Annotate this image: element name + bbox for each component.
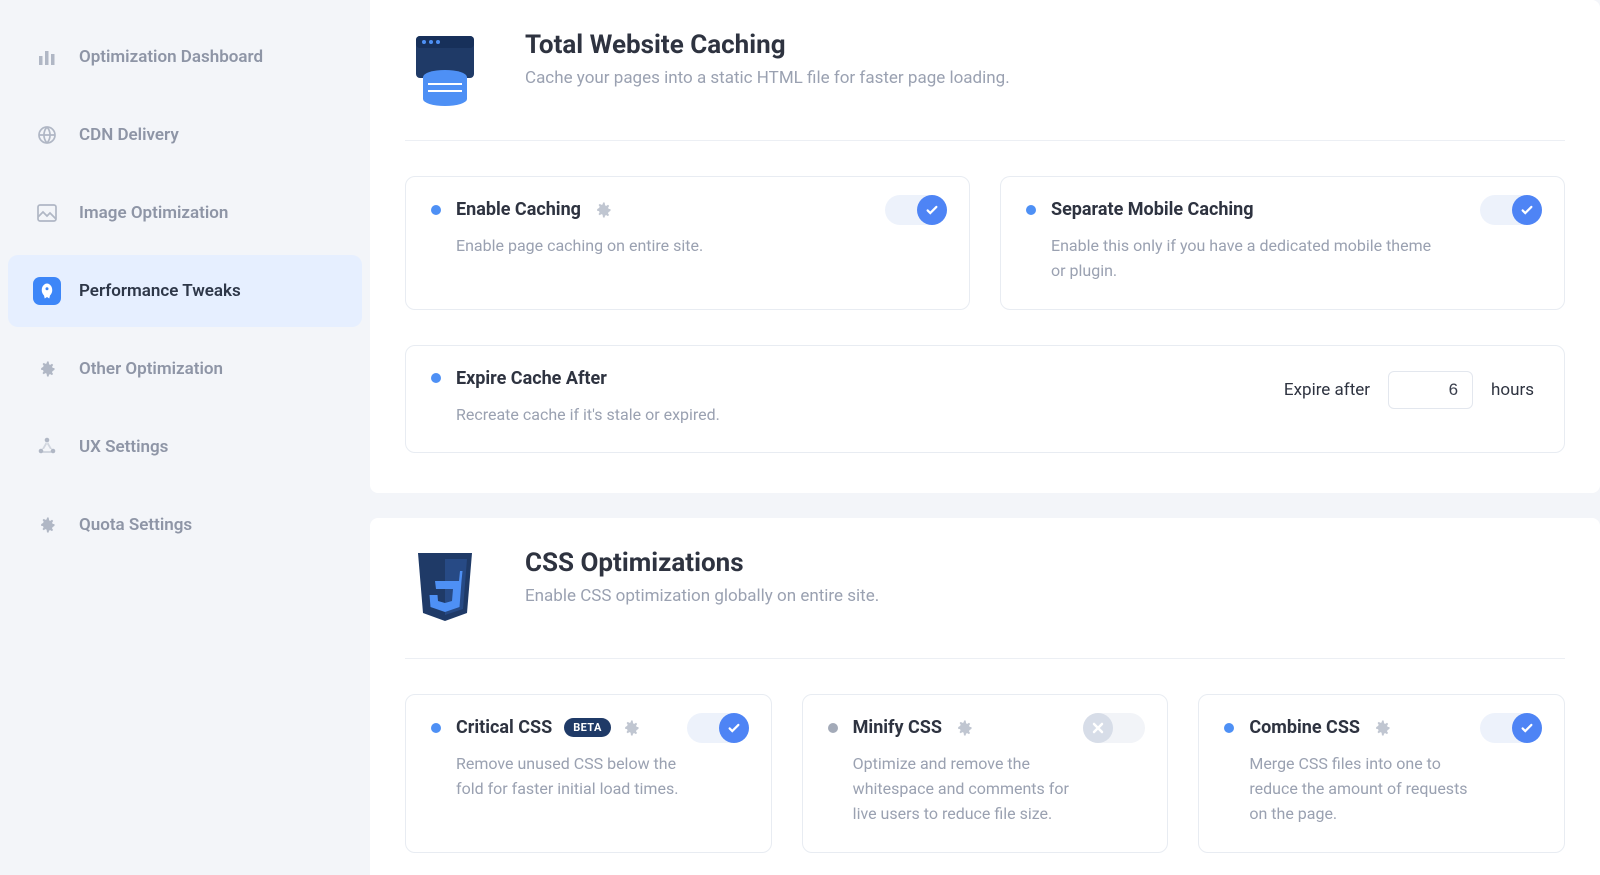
card-combine-css: Combine CSS Merge CSS files into one to … (1198, 694, 1565, 852)
check-icon (917, 195, 947, 225)
sidebar-item-other-optimization[interactable]: Other Optimization (8, 333, 362, 405)
panel-total-website-caching: Total Website Caching Cache your pages i… (370, 0, 1600, 493)
gear-icon (33, 511, 61, 539)
card-title: Expire Cache After (456, 368, 607, 389)
status-dot-icon (431, 723, 441, 733)
gear-icon[interactable] (593, 200, 613, 220)
toggle-combine-css[interactable] (1480, 713, 1542, 743)
main-content: Total Website Caching Cache your pages i… (370, 0, 1600, 875)
panel-header: Total Website Caching Cache your pages i… (405, 30, 1565, 141)
panel-css-optimizations: CSS Optimizations Enable CSS optimizatio… (370, 518, 1600, 875)
sidebar-item-image-optimization[interactable]: Image Optimization (8, 177, 362, 249)
image-icon (33, 199, 61, 227)
card-critical-css: Critical CSS BETA Remove unused CSS belo… (405, 694, 772, 852)
network-icon (33, 433, 61, 461)
gear-icon[interactable] (1372, 718, 1392, 738)
card-title: Minify CSS (853, 717, 942, 738)
sidebar-item-label: Other Optimization (79, 359, 223, 379)
card-desc: Enable this only if you have a dedicated… (1026, 234, 1446, 284)
check-icon (1512, 713, 1542, 743)
x-icon (1083, 713, 1113, 743)
expire-hours-input[interactable] (1388, 371, 1473, 409)
sidebar-item-label: UX Settings (79, 437, 168, 457)
card-title: Separate Mobile Caching (1051, 199, 1254, 220)
status-dot-icon (1026, 205, 1036, 215)
gear-icon[interactable] (621, 718, 641, 738)
check-icon (1512, 195, 1542, 225)
status-dot-icon (1224, 723, 1234, 733)
card-desc: Recreate cache if it's stale or expired. (431, 403, 851, 428)
card-minify-css: Minify CSS Optimize and remove the white… (802, 694, 1169, 852)
card-separate-mobile-caching: Separate Mobile Caching Enable this only… (1000, 176, 1565, 310)
status-dot-icon (431, 205, 441, 215)
globe-icon (33, 121, 61, 149)
toggle-enable-caching[interactable] (885, 195, 947, 225)
sidebar-item-label: Quota Settings (79, 515, 192, 535)
sidebar-item-ux-settings[interactable]: UX Settings (8, 411, 362, 483)
sidebar-item-quota-settings[interactable]: Quota Settings (8, 489, 362, 561)
panel-subtitle: Enable CSS optimization globally on enti… (525, 586, 879, 606)
status-dot-icon (828, 723, 838, 733)
gear-icon[interactable] (954, 718, 974, 738)
card-expire-cache: Expire Cache After Recreate cache if it'… (405, 345, 1565, 454)
expire-unit: hours (1491, 380, 1534, 400)
sidebar-item-performance-tweaks[interactable]: Performance Tweaks (8, 255, 362, 327)
toggle-minify-css[interactable] (1083, 713, 1145, 743)
sidebar-item-optimization-dashboard[interactable]: Optimization Dashboard (8, 21, 362, 93)
status-dot-icon (431, 373, 441, 383)
beta-badge: BETA (564, 718, 611, 737)
panel-subtitle: Cache your pages into a static HTML file… (525, 68, 1010, 88)
check-icon (719, 713, 749, 743)
card-desc: Remove unused CSS below the fold for fas… (431, 752, 691, 802)
sidebar-item-label: Optimization Dashboard (79, 47, 263, 67)
bar-chart-icon (33, 43, 61, 71)
rocket-icon (33, 277, 61, 305)
card-title: Combine CSS (1249, 717, 1360, 738)
database-window-icon (405, 30, 485, 110)
card-title: Critical CSS (456, 717, 552, 738)
panel-title: Total Website Caching (525, 30, 1010, 60)
expire-label: Expire after (1284, 380, 1370, 400)
sidebar: Optimization Dashboard CDN Delivery Imag… (0, 0, 370, 875)
sidebar-item-label: Image Optimization (79, 203, 228, 223)
card-title: Enable Caching (456, 199, 581, 220)
card-desc: Optimize and remove the whitespace and c… (828, 752, 1088, 826)
card-enable-caching: Enable Caching Enable page caching on en… (405, 176, 970, 310)
toggle-mobile-caching[interactable] (1480, 195, 1542, 225)
panel-header: CSS Optimizations Enable CSS optimizatio… (405, 548, 1565, 659)
sidebar-item-label: CDN Delivery (79, 125, 179, 145)
card-desc: Merge CSS files into one to reduce the a… (1224, 752, 1484, 826)
sidebar-item-label: Performance Tweaks (79, 281, 241, 301)
panel-title: CSS Optimizations (525, 548, 879, 578)
card-desc: Enable page caching on entire site. (431, 234, 851, 259)
toggle-critical-css[interactable] (687, 713, 749, 743)
gear-icon (33, 355, 61, 383)
css-shield-icon (405, 548, 485, 628)
sidebar-item-cdn-delivery[interactable]: CDN Delivery (8, 99, 362, 171)
